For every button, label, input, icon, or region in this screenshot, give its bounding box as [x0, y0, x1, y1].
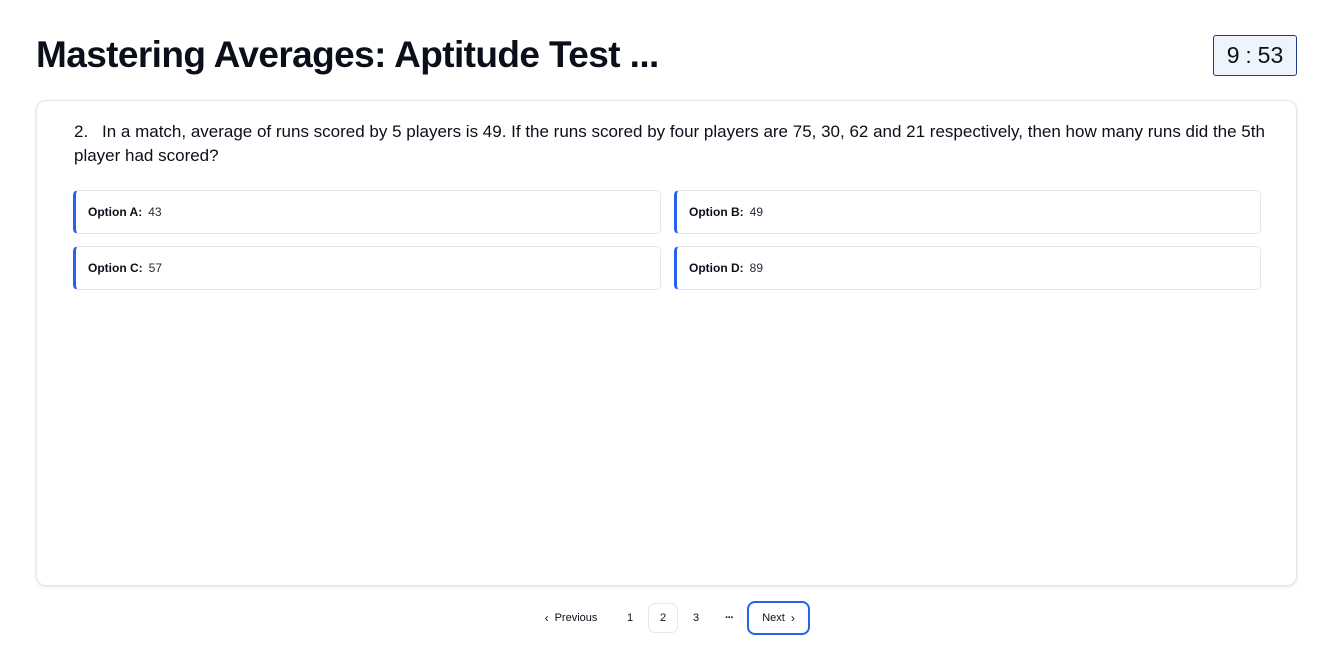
option-a[interactable]: Option A: 43 — [73, 190, 661, 234]
previous-label: Previous — [554, 612, 598, 624]
option-b[interactable]: Option B: 49 — [674, 190, 1261, 234]
page-1-button[interactable]: 1 — [615, 603, 645, 633]
more-pages-icon: ··· — [725, 612, 734, 624]
pagination: ‹ Previous 1 2 3 ··· Next › — [530, 601, 810, 635]
options-grid: Option A: 43 Option B: 49 Option C: 57 O… — [73, 190, 1261, 290]
option-value: 49 — [749, 205, 764, 219]
next-label: Next — [762, 612, 785, 624]
question-card: 2. In a match, average of runs scored by … — [36, 100, 1297, 586]
question-body: In a match, average of runs scored by 5 … — [74, 122, 1265, 165]
timer-separator: : — [1245, 42, 1252, 68]
option-label: Option A: — [88, 205, 143, 219]
option-value: 89 — [749, 261, 764, 275]
option-label: Option D: — [689, 261, 744, 275]
option-c[interactable]: Option C: 57 — [73, 246, 661, 290]
option-label: Option B: — [689, 205, 744, 219]
option-value: 57 — [148, 261, 163, 275]
option-d[interactable]: Option D: 89 — [674, 246, 1261, 290]
next-button[interactable]: Next › — [747, 601, 810, 635]
option-label: Option C: — [88, 261, 143, 275]
chevron-left-icon: ‹ — [544, 611, 549, 625]
timer-seconds: 53 — [1257, 42, 1284, 68]
quiz-page: Mastering Averages: Aptitude Test ... 9 … — [0, 0, 1333, 657]
question-text: 2. In a match, average of runs scored by … — [74, 120, 1269, 168]
question-number: 2. — [74, 122, 89, 141]
chevron-right-icon: › — [790, 611, 795, 625]
countdown-timer: 9 : 53 — [1213, 35, 1297, 76]
page-2-button[interactable]: 2 — [648, 603, 678, 633]
page-3-button[interactable]: 3 — [681, 603, 711, 633]
option-value: 43 — [148, 205, 162, 219]
timer-minutes: 9 — [1226, 42, 1240, 68]
previous-button[interactable]: ‹ Previous — [530, 603, 612, 633]
page-title: Mastering Averages: Aptitude Test ... — [36, 34, 659, 75]
